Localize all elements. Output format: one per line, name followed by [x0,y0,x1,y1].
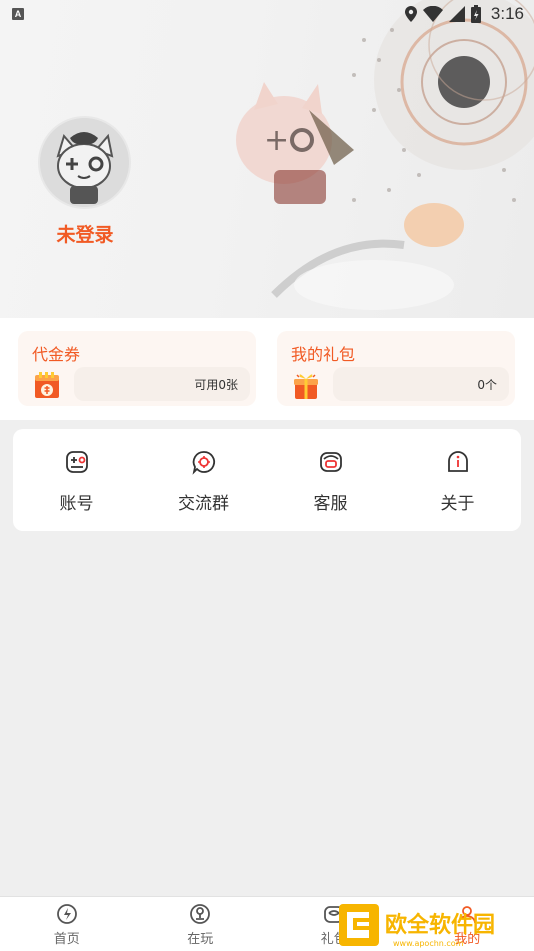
nav-label-home: 首页 [54,928,80,947]
menu-label-service: 客服 [314,489,348,514]
signal-icon [449,6,465,22]
profile-header: + 未登录 [0,0,534,318]
svg-text:+: + [264,123,289,158]
gift-card[interactable]: 我的礼包 0个 [277,331,515,406]
info-icon [445,449,471,475]
voucher-envelope-icon [34,372,60,400]
voucher-title: 代金券 [32,341,80,365]
nav-label-playing: 在玩 [187,928,213,947]
menu-label-about: 关于 [441,489,475,514]
home-icon [56,903,78,925]
gift-count: 0个 [333,367,509,401]
notification-badge-icon: A [12,8,24,20]
account-icon [64,449,90,475]
wifi-icon [423,6,443,22]
battery-charging-icon [471,5,481,23]
cat-avatar-icon [40,118,129,207]
menu-item-account[interactable]: 账号 [13,429,140,531]
status-bar: A 3:16 [0,0,534,28]
menu-label-account: 账号 [60,489,94,514]
gift-box-icon [293,372,319,400]
gift-title: 我的礼包 [291,341,355,365]
location-icon [405,6,417,22]
nav-playing[interactable]: 在玩 [134,897,268,951]
status-time: 3:16 [491,4,524,24]
voucher-count: 可用0张 [74,367,250,401]
user-avatar[interactable] [40,118,129,207]
playing-joystick-icon [189,903,211,925]
watermark-url-text: www.apochn.com [393,939,464,948]
feature-menu: 账号 交流群 客服 关于 [13,429,521,531]
menu-label-group: 交流群 [178,489,229,514]
menu-item-about[interactable]: 关于 [394,429,521,531]
site-watermark-logo: 欧全软件园 www.apochn.com [337,900,531,950]
menu-item-service[interactable]: 客服 [267,429,394,531]
watermark-cn-text: 欧全软件园 [385,912,495,938]
chat-group-icon [191,449,217,475]
menu-item-group[interactable]: 交流群 [140,429,267,531]
voucher-card[interactable]: 代金券 可用0张 [18,331,256,406]
customer-service-icon [318,449,344,475]
wallet-strip: 代金券 可用0张 我的礼包 0个 [0,318,534,420]
header-illustration: + [214,0,534,318]
login-status-label[interactable]: 未登录 [40,220,130,247]
nav-home[interactable]: 首页 [0,897,134,951]
